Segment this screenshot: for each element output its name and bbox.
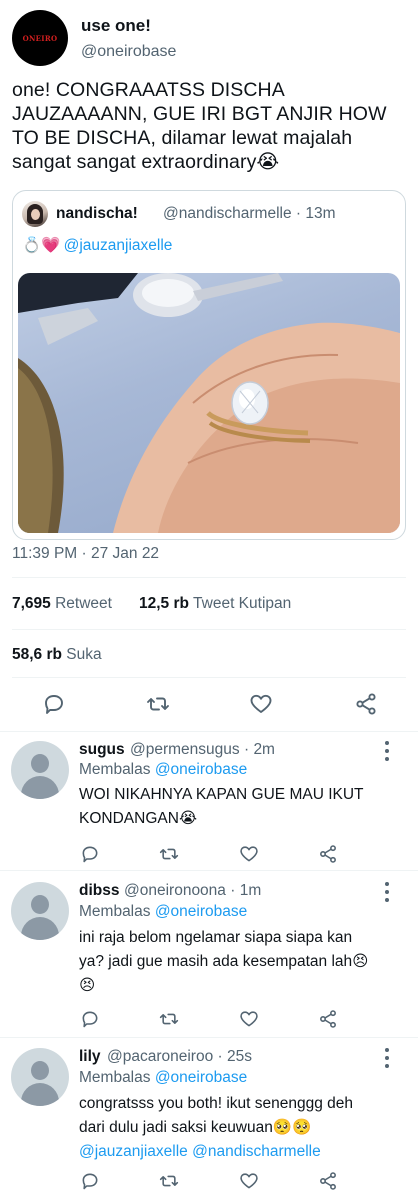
reply-author-handle: @permensugus	[130, 741, 240, 758]
quote-count: 12,5 rb	[139, 595, 189, 612]
reply-author-name[interactable]: lily	[79, 1048, 101, 1066]
reply-avatar[interactable]	[11, 741, 69, 799]
reply-text-line: congratsss you both! ikut senenggg deh	[79, 1095, 354, 1112]
divider	[12, 629, 406, 630]
separator-dot: ·	[295, 205, 306, 222]
quoted-author-handle-time: @nandischarmelle · 13m	[163, 205, 336, 223]
reply-avatar[interactable]	[11, 1048, 69, 1106]
reply-icon[interactable]	[40, 690, 68, 718]
reply-author-name[interactable]: dibss	[79, 882, 119, 900]
replying-label: Membalas	[79, 1069, 151, 1086]
reply-avatar[interactable]	[11, 882, 69, 940]
like-label: Suka	[66, 646, 102, 663]
heart-icon[interactable]	[238, 1170, 260, 1192]
reply-author-handle: @oneironoona	[124, 882, 226, 899]
quoted-text: 💍💗 @jauzanjiaxelle	[22, 236, 172, 255]
retweet-stat[interactable]: 7,695 Retweet	[12, 595, 112, 613]
reply-text-line: dari dulu jadi saksi keuwuan🥺🥺	[79, 1119, 312, 1136]
reply-item[interactable]: lily @pacaroneiroo · 25s Membalas @oneir…	[0, 1037, 418, 1200]
reply-author-handle: @pacaroneiroo	[107, 1048, 214, 1065]
reply-text-line: ini raja belom ngelamar siapa siapa kan	[79, 929, 353, 946]
replying-label: Membalas	[79, 903, 151, 920]
reply-action-bar	[79, 1008, 339, 1030]
share-icon[interactable]	[317, 1008, 339, 1030]
reply-time: 1m	[239, 882, 262, 899]
retweet-count: 7,695	[12, 595, 51, 612]
retweet-icon[interactable]	[158, 1008, 180, 1030]
replying-to-mention[interactable]: @oneirobase	[155, 1069, 247, 1086]
reply-icon[interactable]	[79, 1170, 101, 1192]
share-icon[interactable]	[352, 690, 380, 718]
reply-time: 25s	[227, 1048, 252, 1065]
reply-mentions-line: @jauzanjiaxelle @nandischarmelle	[79, 1140, 399, 1164]
quote-label: Tweet Kutipan	[193, 595, 292, 612]
replying-to: Membalas @oneirobase	[79, 761, 247, 779]
quoted-photo[interactable]	[18, 273, 400, 533]
quoted-tweet[interactable]: nandischa! @nandischarmelle · 13m 💍💗 @jau…	[12, 190, 406, 540]
heart-icon[interactable]	[247, 690, 275, 718]
tweet-text: one! CONGRAAATSS DISCHA JAUZAAAANN, GUE …	[12, 79, 387, 173]
quoted-author-name: nandischa!	[56, 205, 138, 222]
share-icon[interactable]	[317, 843, 339, 865]
quoted-author-handle: @nandischarmelle	[163, 205, 292, 222]
quoted-time: 13m	[305, 205, 336, 222]
reply-mention[interactable]: @nandischarmelle	[192, 1143, 321, 1160]
replying-label: Membalas	[79, 761, 151, 778]
retweet-icon[interactable]	[144, 690, 172, 718]
ring-heart-emoji: 💍💗	[22, 237, 61, 254]
reply-action-bar	[79, 843, 339, 865]
more-options-icon[interactable]	[384, 1048, 390, 1068]
reply-text: WOI NIKAHNYA KAPAN GUE MAU IKUT KONDANGA…	[79, 783, 399, 831]
replying-to: Membalas @oneirobase	[79, 903, 247, 921]
reply-text-line: 😣	[79, 977, 96, 994]
replying-to-mention[interactable]: @oneirobase	[155, 761, 247, 778]
ring-photo-illustration	[18, 273, 400, 533]
like-stat[interactable]: 58,6 rb Suka	[12, 646, 102, 664]
retweet-icon[interactable]	[158, 1170, 180, 1192]
avatar-logo-text: ONEIRO	[22, 34, 58, 43]
author-name[interactable]: use one!	[81, 16, 151, 36]
reply-text-line: ya? jadi gue masih ada kesempatan lah😣	[79, 953, 369, 970]
more-options-icon[interactable]	[384, 882, 390, 902]
divider	[12, 577, 406, 578]
divider	[12, 677, 406, 678]
quoted-mention[interactable]: @jauzanjiaxelle	[64, 237, 173, 254]
reply-mention[interactable]: @jauzanjiaxelle	[79, 1143, 188, 1160]
heart-icon[interactable]	[238, 843, 260, 865]
reply-author-handle-time: @oneironoona · 1m	[124, 882, 262, 899]
reply-item[interactable]: dibss @oneironoona · 1m Membalas @oneiro…	[0, 870, 418, 1038]
reply-time: 2m	[253, 741, 275, 758]
author-handle[interactable]: @oneirobase	[81, 43, 176, 61]
reply-action-bar	[79, 1170, 339, 1192]
reply-icon[interactable]	[79, 1008, 101, 1030]
reply-author-handle-time: @permensugus · 2m	[130, 741, 275, 758]
reply-text-line: WOI NIKAHNYA KAPAN GUE MAU IKUT	[79, 786, 364, 803]
reply-text-line: KONDANGAN😭	[79, 810, 198, 827]
replying-to: Membalas @oneirobase	[79, 1069, 247, 1087]
share-icon[interactable]	[317, 1170, 339, 1192]
reply-text: ini raja belom ngelamar siapa siapa kan …	[79, 926, 399, 998]
reply-text: congratsss you both! ikut senenggg deh d…	[79, 1092, 399, 1164]
tweet-header: ONEIRO use one! @oneirobase	[12, 10, 406, 66]
like-count: 58,6 rb	[12, 646, 62, 663]
reply-author-name[interactable]: sugus	[79, 741, 125, 759]
reply-icon[interactable]	[79, 843, 101, 865]
author-avatar[interactable]: ONEIRO	[12, 10, 68, 66]
tweet-action-bar	[12, 690, 406, 718]
replying-to-mention[interactable]: @oneirobase	[155, 903, 247, 920]
quote-stat[interactable]: 12,5 rb Tweet Kutipan	[139, 595, 291, 613]
more-options-icon[interactable]	[384, 741, 390, 761]
heart-icon[interactable]	[238, 1008, 260, 1030]
tweet-timestamp: 11:39 PM · 27 Jan 22	[12, 545, 160, 562]
quoted-author-avatar	[22, 201, 48, 227]
reply-item[interactable]: sugus @permensugus · 2m Membalas @oneiro…	[0, 731, 418, 877]
retweet-label: Retweet	[55, 595, 112, 612]
reply-author-handle-time: @pacaroneiroo · 25s	[107, 1048, 252, 1065]
retweet-icon[interactable]	[158, 843, 180, 865]
